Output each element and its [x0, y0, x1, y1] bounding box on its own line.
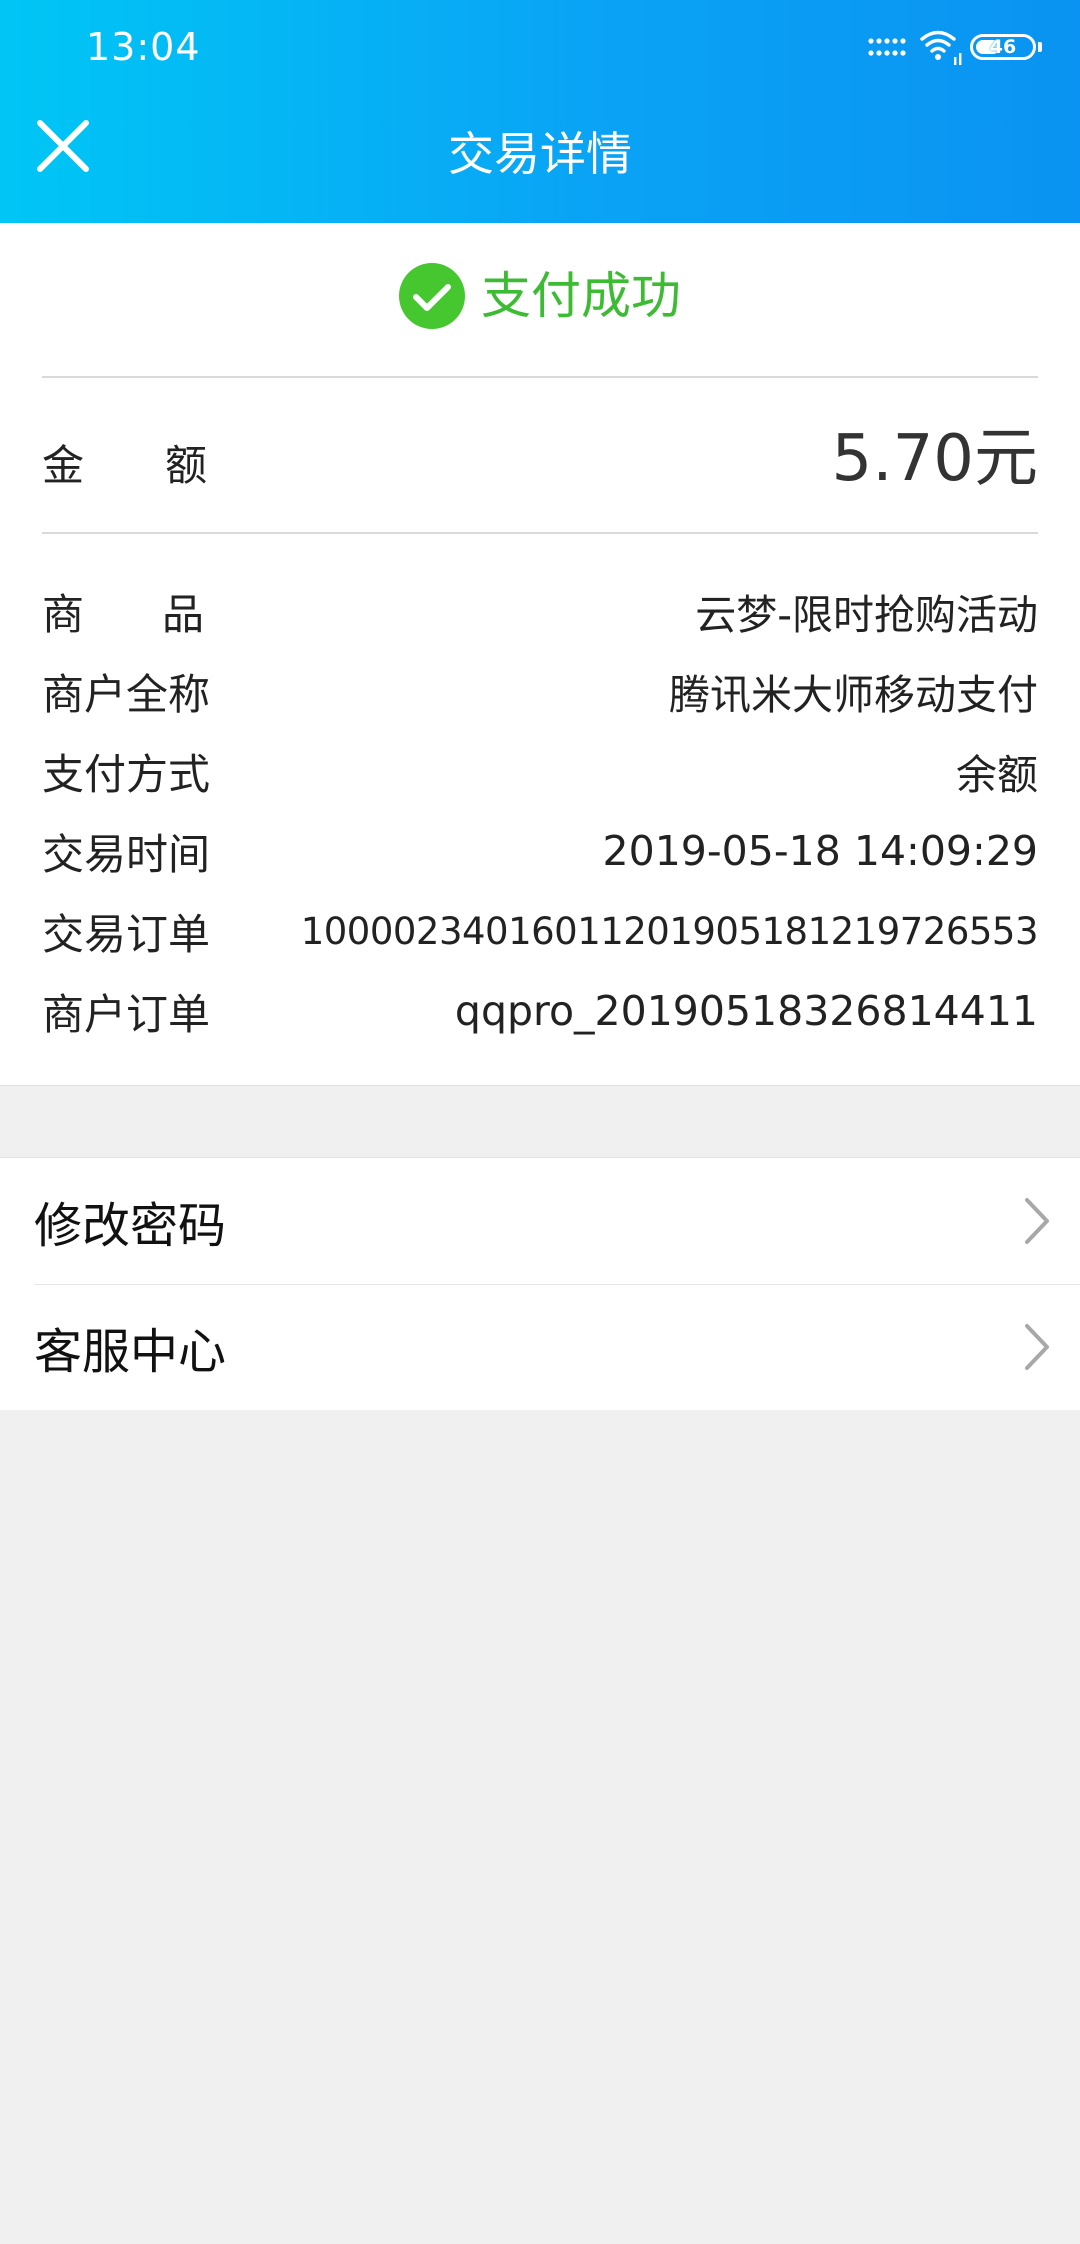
detail-label: 支付方式 — [42, 749, 211, 799]
detail-value: 2019-05-18 14:09:29 — [602, 827, 1038, 875]
detail-label-char: 品 — [161, 589, 204, 639]
detail-value: 腾讯米大师移动支付 — [669, 671, 1038, 719]
divider — [42, 532, 1038, 534]
check-circle-icon — [399, 263, 465, 329]
battery-level: 46 — [989, 36, 1017, 58]
detail-value: qqpro_20190518326814411 — [454, 987, 1038, 1035]
amount-label-char: 额 — [164, 441, 207, 490]
wifi-icon — [920, 30, 962, 65]
battery-icon: 46 — [970, 34, 1036, 60]
settings-menu: 修改密码 客服中心 — [0, 1157, 1080, 1410]
detail-label: 交易时间 — [42, 829, 211, 879]
status-time: 13:04 — [86, 25, 201, 69]
transaction-card: 支付成功 金 额 5.70元 商 品 云梦-限时抢购活动 商户全称 腾讯米大师移… — [0, 223, 1080, 1086]
amount-label-char: 金 — [42, 441, 85, 490]
menu-item-label: 修改密码 — [34, 1198, 227, 1254]
detail-value: 10000234016011201905181219726553 — [300, 909, 1039, 953]
page-title: 交易详情 — [448, 127, 632, 181]
detail-row-merchant-name: 商户全称 腾讯米大师移动支付 — [42, 651, 1038, 731]
status-icons: 46 — [868, 24, 1042, 70]
divider — [42, 376, 1038, 378]
detail-label: 商户全称 — [42, 669, 211, 719]
detail-list: 商 品 云梦-限时抢购活动 商户全称 腾讯米大师移动支付 支付方式 余额 交易时… — [42, 571, 1039, 1051]
menu-item-change-password[interactable]: 修改密码 — [0, 1158, 1080, 1284]
amount-value: 5.70元 — [831, 422, 1039, 496]
amount-label: 金 额 — [42, 432, 207, 493]
detail-row-transaction-order: 交易订单 10000234016011201905181219726553 — [42, 891, 1039, 971]
detail-value: 余额 — [956, 751, 1038, 799]
detail-label: 交易订单 — [42, 909, 211, 959]
chevron-right-icon — [1025, 1324, 1049, 1370]
payment-status-text: 支付成功 — [481, 267, 681, 325]
signal-icon — [868, 38, 906, 56]
header-bar: 13:04 46 交易详情 — [0, 0, 1080, 223]
detail-label: 商 品 — [42, 581, 204, 642]
menu-item-label: 客服中心 — [34, 1324, 227, 1380]
detail-row-product: 商 品 云梦-限时抢购活动 — [42, 571, 1038, 651]
payment-status: 支付成功 — [0, 263, 1080, 329]
detail-label: 商户订单 — [42, 989, 211, 1039]
amount-row: 金 额 5.70元 — [42, 413, 1038, 503]
detail-label-char: 商 — [42, 589, 85, 639]
detail-value: 云梦-限时抢购活动 — [695, 591, 1038, 639]
detail-row-transaction-time: 交易时间 2019-05-18 14:09:29 — [42, 811, 1038, 891]
detail-row-payment-method: 支付方式 余额 — [42, 731, 1038, 811]
battery-cap — [1038, 42, 1042, 52]
menu-item-customer-service[interactable]: 客服中心 — [0, 1284, 1080, 1410]
detail-row-merchant-order: 商户订单 qqpro_20190518326814411 — [42, 971, 1038, 1051]
chevron-right-icon — [1025, 1198, 1049, 1244]
